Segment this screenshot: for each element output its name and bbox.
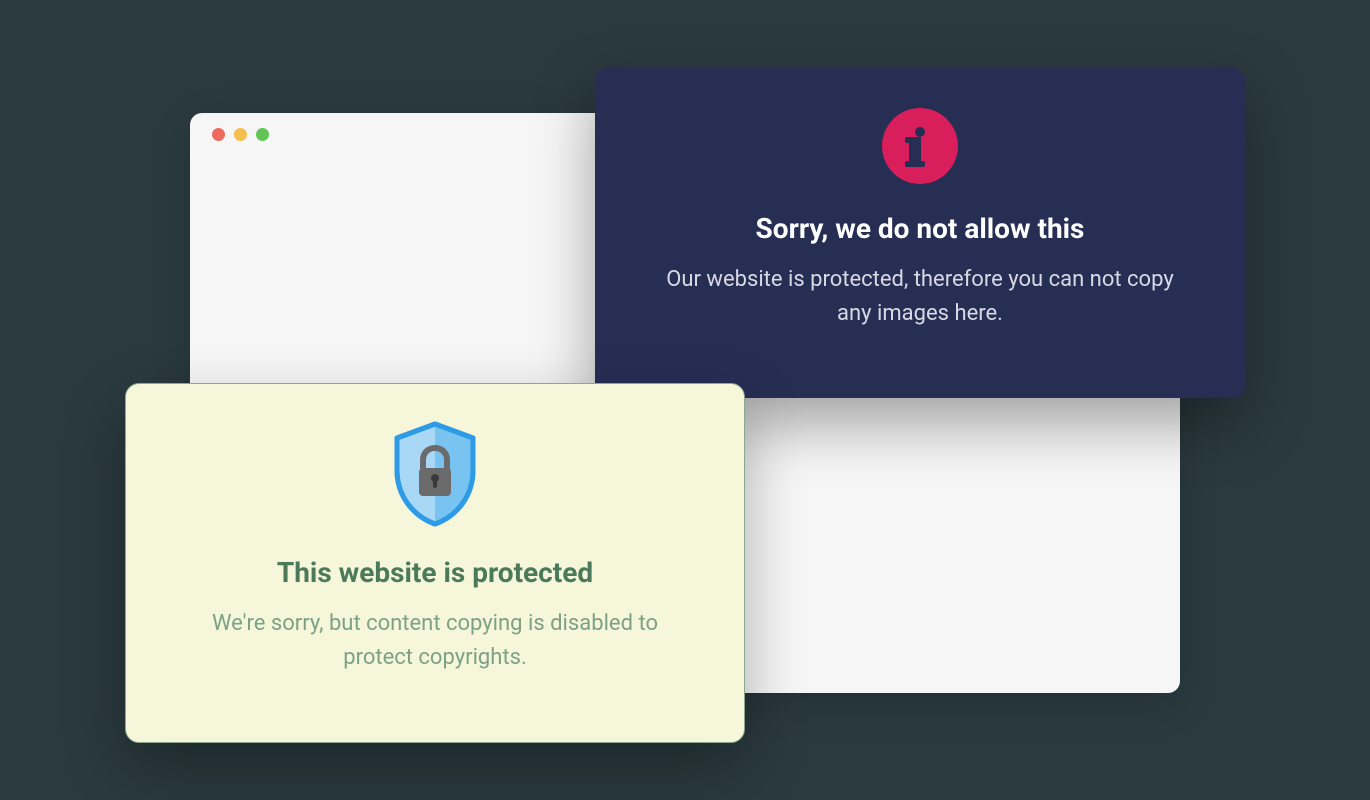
- close-window-button[interactable]: [212, 128, 225, 141]
- alert-title: This website is protected: [277, 556, 593, 589]
- alert-message: Our website is protected, therefore you …: [650, 263, 1190, 331]
- protection-alert-light: This website is protected We're sorry, b…: [125, 383, 745, 743]
- alert-message: We're sorry, but content copying is disa…: [185, 607, 685, 675]
- alert-title: Sorry, we do not allow this: [756, 212, 1085, 245]
- maximize-window-button[interactable]: [256, 128, 269, 141]
- protection-alert-dark: Sorry, we do not allow this Our website …: [595, 68, 1245, 398]
- info-icon: [882, 108, 958, 184]
- shield-lock-icon: [387, 420, 483, 532]
- minimize-window-button[interactable]: [234, 128, 247, 141]
